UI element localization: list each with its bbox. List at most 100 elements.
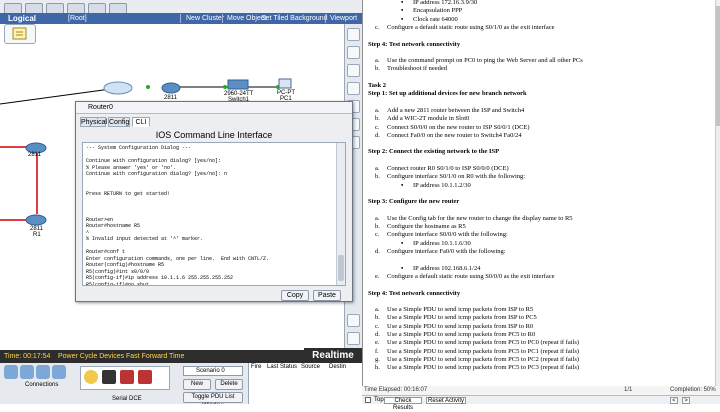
- fast-forward-button[interactable]: Fast Forward Time: [126, 350, 184, 363]
- instruction-line: e. Use a Simple PDU to send icmp packets …: [375, 339, 579, 347]
- cli-console[interactable]: --- System Configuration Dialog --- Cont…: [82, 142, 346, 286]
- instructions-scrollbar[interactable]: [715, 0, 720, 395]
- logical-view-tab[interactable]: [4, 24, 36, 44]
- instruction-line: ▪ IP address 10.1.1.6/30: [401, 240, 471, 248]
- elapsed-time: Time: 00:17:54: [4, 353, 51, 360]
- previous-page-icon[interactable]: <: [670, 397, 678, 404]
- router-icon[interactable]: [161, 82, 181, 94]
- column-header: Source: [301, 364, 321, 370]
- router-dialog: Router0 Physical Config CLI IOS Command …: [75, 101, 353, 302]
- list-marker: c.: [375, 322, 380, 330]
- line-text: Configure the hostname as R5: [387, 223, 466, 231]
- set-tiled-background-button[interactable]: Set Tiled Background: [261, 13, 328, 24]
- delete-icon[interactable]: [347, 82, 360, 95]
- switch-icon[interactable]: [227, 79, 249, 90]
- activity-footer: Top Check Results Reset Activity < >: [362, 395, 720, 411]
- link-light: [146, 85, 150, 89]
- line-text: Configure a default static route using S…: [387, 272, 555, 280]
- line-text: Connect router R0 S0/1/0 to ISP S0/0/0 (…: [387, 165, 509, 172]
- category-label: Connections: [25, 382, 59, 388]
- routers-category-icon[interactable]: [4, 365, 18, 379]
- add-complex-pdu-icon[interactable]: [347, 332, 360, 345]
- pc-icon[interactable]: [278, 78, 292, 89]
- hubs-category-icon[interactable]: [36, 365, 50, 379]
- instruction-line: c. Connect S0/0/0 on the new router to IS…: [375, 124, 530, 132]
- power-cycle-button[interactable]: Power Cycle Devices: [58, 350, 124, 363]
- delete-scenario-button[interactable]: Delete: [215, 379, 243, 390]
- realtime-mode-label[interactable]: Realtime: [304, 348, 362, 364]
- switches-category-icon[interactable]: [20, 365, 34, 379]
- toggle-pdu-list-button[interactable]: Toggle PDU List Window: [183, 392, 243, 404]
- line-text: Use a Simple PDU to send icmp packets fr…: [387, 314, 537, 322]
- dialog-title: Router0: [76, 102, 352, 114]
- logical-view-icon: [12, 27, 27, 40]
- tab-physical[interactable]: Physical: [80, 117, 107, 127]
- new-scenario-button[interactable]: New: [183, 379, 211, 390]
- list-marker: a.: [375, 306, 380, 314]
- line-text: Configure interface S0/1/0 on R0 with th…: [387, 173, 526, 181]
- list-marker: a.: [375, 57, 380, 65]
- viewport-button[interactable]: Viewport: [330, 13, 357, 24]
- scroll-thumb[interactable]: [338, 255, 344, 281]
- new-cluster-button[interactable]: New Cluster: [186, 13, 224, 24]
- next-page-icon[interactable]: >: [682, 397, 690, 404]
- top-checkbox[interactable]: [365, 397, 371, 403]
- scroll-thumb[interactable]: [716, 6, 720, 126]
- list-marker: b.: [375, 65, 380, 73]
- list-marker: e.: [375, 339, 380, 347]
- line-text: Use the Config tab for the new router to…: [387, 214, 573, 222]
- instruction-line: ▪ IP address 192.168.6.1/24: [401, 265, 480, 273]
- tab-config[interactable]: Config: [108, 117, 130, 127]
- workspace-label[interactable]: Logical: [8, 13, 36, 24]
- instruction-line: ▪ Encapsulation PPP: [401, 7, 462, 15]
- completion: Completion: 50%: [670, 387, 716, 393]
- instruction-line: d. Use a Simple PDU to send icmp packets …: [375, 331, 535, 339]
- move-layout-icon[interactable]: [347, 46, 360, 59]
- line-text: Step 3: Configure the new router: [368, 198, 460, 206]
- time-elapsed: Time Elapsed: 00:16:07: [364, 387, 428, 393]
- auto-connect-icon[interactable]: [84, 370, 98, 384]
- scenario-select[interactable]: Scenario 0: [183, 366, 243, 376]
- paste-button[interactable]: Paste: [313, 290, 341, 301]
- select-icon[interactable]: [347, 28, 360, 41]
- instruction-line: h. Use a Simple PDU to send icmp packets …: [375, 364, 579, 372]
- reset-activity-button[interactable]: Reset Activity: [426, 397, 466, 404]
- serial-dte-icon[interactable]: [138, 370, 152, 384]
- list-marker: ▪: [401, 15, 404, 23]
- list-marker: b.: [375, 173, 380, 181]
- cli-scrollbar[interactable]: [336, 143, 345, 285]
- wireless-category-icon[interactable]: [52, 365, 66, 379]
- instructions-panel: ▪ IP address 172.16.3.9/30 ▪ Encapsulation …: [362, 0, 720, 404]
- copy-button[interactable]: Copy: [281, 290, 309, 301]
- cloud-icon[interactable]: [103, 81, 133, 95]
- straight-cable-icon[interactable]: [102, 370, 116, 384]
- tab-cli[interactable]: CLI: [132, 117, 150, 127]
- check-results-button[interactable]: Check Results: [384, 397, 422, 411]
- section-heading: Step 4: Test network connectivity: [368, 290, 460, 298]
- serial-dce-icon[interactable]: [120, 370, 134, 384]
- instruction-line: g. Use a Simple PDU to send icmp packets …: [375, 356, 579, 364]
- list-marker: b.: [375, 115, 380, 123]
- instruction-line: b. Troubleshoot if needed: [375, 65, 447, 73]
- line-text: Use a Simple PDU to send icmp packets fr…: [387, 306, 534, 314]
- selected-device-name: Serial DCE: [112, 396, 142, 402]
- section-heading: Task 2: [368, 82, 386, 90]
- line-text: Step 2: Connect the existing network to …: [368, 148, 500, 156]
- note-icon[interactable]: [347, 64, 360, 77]
- root-breadcrumb[interactable]: [Root]: [68, 13, 87, 24]
- list-marker: a.: [375, 165, 380, 172]
- line-text: Clock rate 64000: [413, 15, 458, 23]
- list-marker: e.: [375, 272, 380, 280]
- section-heading: Step 1: Set up additional devices for ne…: [368, 90, 527, 98]
- page-number: 1/1: [624, 387, 633, 393]
- instruction-line: a. Connect router R0 S0/1/0 to ISP S0/0/0…: [375, 165, 509, 173]
- cli-output[interactable]: --- System Configuration Dialog --- Cont…: [83, 143, 345, 285]
- list-marker: ▪: [401, 239, 404, 247]
- separator: [325, 14, 326, 23]
- add-simple-pdu-icon[interactable]: [347, 314, 360, 327]
- router-icon[interactable]: [25, 214, 47, 226]
- line-text: Configure a default static route using S…: [387, 23, 555, 31]
- separator: [222, 14, 223, 23]
- device-panel: Connections Serial DCE Scenario 0 New De…: [0, 363, 362, 404]
- line-text: Connect S0/0/0 on the new router to ISP …: [387, 123, 530, 131]
